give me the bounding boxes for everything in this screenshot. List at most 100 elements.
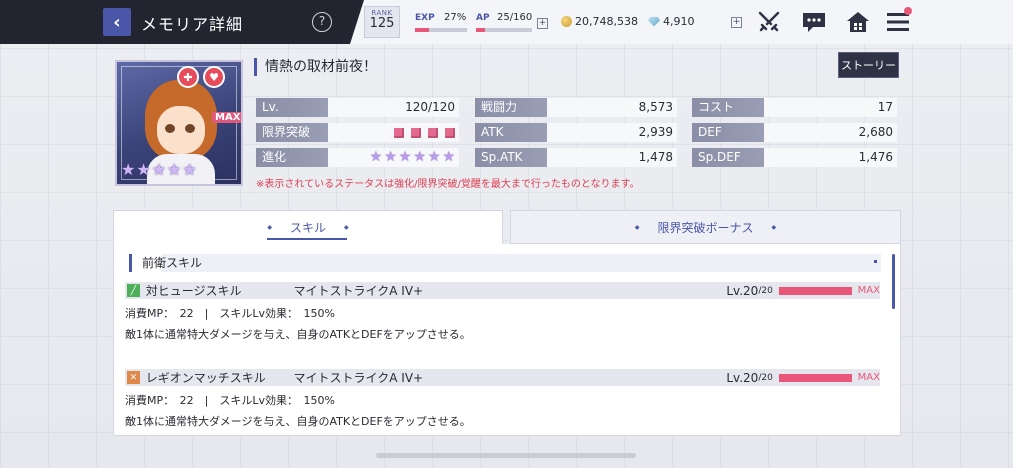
memoria-name: 情熱の取材前夜！ bbox=[254, 58, 377, 76]
back-button[interactable]: ‹ bbox=[103, 8, 131, 36]
limit-break-cube-icon bbox=[411, 127, 421, 138]
skill-max-label: MAX bbox=[857, 372, 880, 383]
stat-row-lv: Lv. 120/120 bbox=[256, 98, 459, 117]
stat-label-evolution: 進化 bbox=[256, 148, 328, 167]
anti-huge-skill-icon: ╱ bbox=[127, 284, 140, 297]
support-skill-icon: ♥ bbox=[203, 66, 225, 88]
skill-description: 敵1体に通常特大ダメージを与え、自身のATKとDEFをアップさせる。 bbox=[125, 328, 471, 341]
page-title: メモリア詳細 bbox=[141, 15, 244, 34]
skill-level: Lv.20 bbox=[726, 370, 759, 385]
exp-bar-fill bbox=[415, 28, 430, 32]
stat-row-atk: ATK 2,939 bbox=[475, 123, 677, 142]
stat-label-spdef: Sp.DEF bbox=[692, 148, 764, 167]
skill-row-anti-huge[interactable]: ╱ 対ヒュージスキル マイトストライクA IV+ Lv.20 /20 MAX bbox=[125, 282, 880, 299]
skill-mp-info: 消費MP： 22 | スキルLv効果： 150% bbox=[125, 394, 335, 407]
stat-label-cost: コスト bbox=[692, 98, 764, 117]
gem-counter: 4,910 bbox=[648, 15, 695, 28]
character-eye-right bbox=[185, 124, 195, 133]
stat-value-spatk: 1,478 bbox=[547, 148, 677, 167]
portrait-star-rating: ★ ★ ★ ★ ★ bbox=[121, 162, 197, 178]
skill-level: Lv.20 bbox=[726, 283, 759, 298]
stat-value-spdef: 1,476 bbox=[764, 148, 897, 167]
tab-limit-bonus-label: 限界突破ボーナス bbox=[657, 220, 754, 235]
gem-plus-button[interactable]: + bbox=[731, 17, 742, 28]
stat-label-power: 戦闘力 bbox=[475, 98, 547, 117]
tab-dot-icon: ◆ bbox=[344, 224, 349, 231]
skill-name: マイトストライクA IV+ bbox=[293, 371, 424, 385]
skill-mp-info: 消費MP： 22 | スキルLv効果： 150% bbox=[125, 307, 335, 320]
evolution-star-icon: ★ bbox=[398, 149, 412, 165]
rarity-star-icon: ★ bbox=[182, 160, 197, 179]
ap-bar bbox=[476, 28, 532, 32]
tab-skill-label: スキル bbox=[289, 221, 326, 235]
skill-level-max: /20 bbox=[758, 285, 773, 296]
skill-panel-scrollbar[interactable] bbox=[892, 254, 895, 309]
rank-value: 125 bbox=[369, 16, 395, 31]
help-button[interactable]: ? bbox=[312, 12, 332, 32]
crossed-swords-icon bbox=[758, 11, 780, 32]
home-button[interactable] bbox=[845, 10, 871, 34]
limit-break-cube-icon bbox=[394, 127, 404, 138]
rank-box: RANK 125 bbox=[364, 6, 400, 38]
skill-level-max: /20 bbox=[758, 372, 773, 383]
exp-value: 27% bbox=[444, 12, 467, 23]
character-eye-left bbox=[165, 124, 175, 133]
skill-level-bar bbox=[778, 286, 852, 295]
stat-label-atk: ATK bbox=[475, 123, 547, 142]
coin-icon bbox=[561, 16, 572, 27]
stat-value-cost: 17 bbox=[764, 98, 897, 117]
stat-row-limit-break: 限界突破 bbox=[256, 123, 459, 142]
memoria-portrait: ✚ ♥ MAX ★ ★ ★ ★ ★ bbox=[115, 60, 243, 186]
skill-level-bar bbox=[778, 373, 852, 382]
skill-level-bar-fill bbox=[778, 286, 852, 295]
legion-match-skill-icon: ✕ bbox=[127, 371, 140, 384]
story-button[interactable]: ストーリー bbox=[838, 52, 899, 78]
gem-icon bbox=[648, 16, 660, 27]
stat-row-spdef: Sp.DEF 1,476 bbox=[692, 148, 897, 167]
exp-bar bbox=[415, 28, 467, 32]
tab-active-underline bbox=[267, 238, 347, 240]
limit-break-cube-icon bbox=[428, 127, 438, 138]
skill-level-bar-fill bbox=[778, 373, 852, 382]
section-header-vanguard: 前衛スキル bbox=[129, 254, 881, 272]
exp-label: EXP bbox=[415, 13, 435, 23]
skill-type: レギオンマッチスキル bbox=[145, 371, 266, 385]
evolution-star-icon: ★ bbox=[384, 149, 397, 165]
evolution-stars: ★ ★ ★ ★ ★ ★ bbox=[328, 148, 459, 167]
tab-dot-icon: ◆ bbox=[771, 223, 777, 231]
stat-value-power: 8,573 bbox=[547, 98, 677, 117]
limit-break-cube-icon bbox=[445, 127, 455, 138]
tab-dot-icon: ◆ bbox=[634, 223, 640, 231]
rarity-star-icon: ★ bbox=[121, 160, 136, 179]
notification-dot bbox=[904, 7, 912, 15]
stat-row-evolution: 進化 ★ ★ ★ ★ ★ ★ bbox=[256, 148, 459, 167]
tab-limit-bonus[interactable]: ◆ 限界突破ボーナス ◆ bbox=[510, 210, 901, 244]
skill-row-legion-match[interactable]: ✕ レギオンマッチスキル マイトストライクA IV+ Lv.20 /20 MAX bbox=[125, 369, 880, 386]
stat-row-power: 戦闘力 8,573 bbox=[475, 98, 677, 117]
home-icon bbox=[847, 12, 869, 32]
status-note: ※表示されているステータスは強化/限界突破/覚醒を最大まで行ったものとなります。 bbox=[256, 179, 640, 190]
gem-value: 4,910 bbox=[663, 15, 695, 28]
stat-label-spatk: Sp.ATK bbox=[475, 148, 547, 167]
chat-bubble-icon bbox=[803, 13, 825, 32]
stat-row-def: DEF 2,680 bbox=[692, 123, 897, 142]
rarity-star-icon: ★ bbox=[167, 160, 182, 179]
stat-row-cost: コスト 17 bbox=[692, 98, 897, 117]
limit-break-cubes bbox=[328, 123, 459, 142]
stat-value-def: 2,680 bbox=[764, 123, 897, 142]
rarity-star-icon: ★ bbox=[151, 160, 167, 179]
stat-row-spatk: Sp.ATK 1,478 bbox=[475, 148, 677, 167]
home-indicator[interactable] bbox=[376, 453, 636, 458]
character-face bbox=[157, 106, 205, 154]
ap-plus-button[interactable]: + bbox=[537, 18, 548, 29]
battle-button[interactable] bbox=[756, 10, 782, 34]
chat-button[interactable] bbox=[801, 10, 827, 34]
stat-label-limit-break: 限界突破 bbox=[256, 123, 328, 142]
coin-value: 20,748,538 bbox=[575, 15, 638, 28]
stat-value-lv: 120/120 bbox=[328, 98, 459, 117]
stat-label-lv: Lv. bbox=[256, 98, 328, 117]
ap-bar-fill bbox=[476, 28, 485, 32]
rarity-star-icon: ★ bbox=[136, 160, 151, 179]
ap-label: AP bbox=[476, 13, 490, 23]
ap-value: 25/160 bbox=[497, 12, 533, 23]
